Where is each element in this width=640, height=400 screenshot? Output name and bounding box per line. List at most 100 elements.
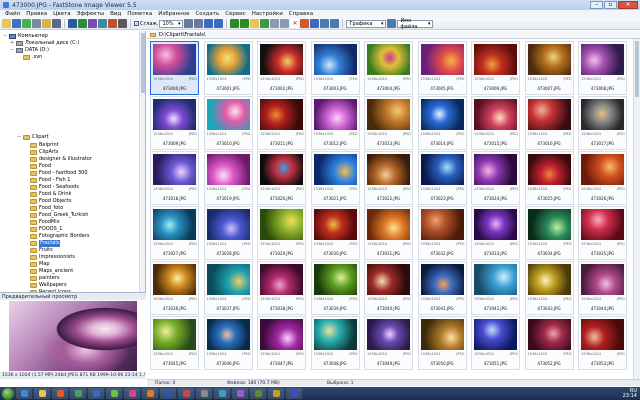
tree-item[interactable]: Wallpapers (24, 282, 67, 289)
rotate-left-icon[interactable] (184, 19, 194, 28)
thumbnail-item[interactable]: 1536x1024 JPEG 473052.JPG (524, 316, 574, 370)
compare-icon[interactable] (88, 19, 97, 28)
thumbnail-item[interactable]: 1536x1024 JPEG 473047.JPG (257, 316, 306, 370)
tree-item[interactable]: Fruits (24, 247, 53, 254)
thumbnail-item[interactable]: 1536x1024 JPEG 473013.JPG (364, 96, 413, 150)
thumbnail-item[interactable]: 1536x1024 JPEG 473026.JPG (578, 151, 627, 205)
thumbnail-item[interactable]: 1536x1024 JPEG 473030.JPG (310, 206, 360, 260)
tree-item[interactable]: Impressionists (24, 254, 75, 261)
tree-item[interactable]: designer & illustrator (24, 156, 92, 163)
menu-help[interactable]: Справка (286, 10, 316, 18)
thumbnail-item[interactable]: 1536x1024 JPEG 473025.JPG (524, 151, 574, 205)
thumbnail-scrollbar[interactable] (633, 39, 640, 379)
sort-select[interactable]: Графика ▾ (346, 19, 387, 28)
thumbnail-item[interactable]: 1536x1024 JPEG 473018.JPG (150, 151, 199, 205)
tree-item[interactable]: Food & Drink (24, 191, 71, 198)
refresh-icon[interactable] (260, 19, 270, 28)
thumbnail-item[interactable]: 1536x1024 JPEG 473032.JPG (417, 206, 467, 260)
thumbnail-item[interactable]: 1536x1024 JPEG 473049.JPG (364, 316, 413, 370)
thumbnail-item[interactable]: 1536x1024 JPEG 473038.JPG (257, 261, 306, 315)
minimize-button[interactable]: – (590, 1, 603, 9)
taskbar-app3-icon[interactable] (250, 388, 266, 399)
close-button[interactable]: ✕ (618, 1, 638, 9)
thumbnail-item[interactable]: 1536x1024 JPEG 473034.JPG (524, 206, 574, 260)
sort-order-icon[interactable] (387, 19, 397, 28)
thumbnail-item[interactable]: 1536x1024 JPEG 473043.JPG (524, 261, 574, 315)
menu-colors[interactable]: Цвета (50, 10, 73, 18)
tree-item[interactable]: − Clipart (17, 134, 49, 141)
tree-item[interactable]: FoodMix (24, 219, 60, 226)
tree-expander[interactable]: − (10, 47, 15, 54)
thumbnail-item[interactable]: 1536x1024 JPEG 473027.JPG (150, 206, 199, 260)
thumbnail-item[interactable]: 1536x1024 JPEG 473012.JPG (310, 96, 360, 150)
taskbar-viewer-icon[interactable] (124, 388, 140, 399)
print-icon[interactable] (32, 19, 41, 28)
thumbnail-item[interactable]: 1536x1024 JPEG 473015.JPG (471, 96, 520, 150)
start-button[interactable] (2, 387, 14, 400)
thumbnail-item[interactable]: 1536x1024 JPEG 473010.JPG (203, 96, 253, 150)
thumbnail-item[interactable]: 1536x1024 JPEG 473041.JPG (417, 261, 467, 315)
tray-clock[interactable]: 23:14 (623, 394, 637, 399)
thumbnail-item[interactable]: 1536x1024 JPEG 473017.JPG (578, 96, 627, 150)
thumbnail-item[interactable]: 1536x1024 JPEG 473001.JPG (203, 41, 253, 95)
camera-icon[interactable] (52, 19, 61, 28)
tree-item[interactable]: − DATA (D:) (10, 47, 49, 54)
up-folder-icon[interactable] (250, 19, 260, 28)
taskbar-ie-icon[interactable] (16, 388, 32, 399)
thumbnail-item[interactable]: 1536x1024 JPEG 473024.JPG (471, 151, 520, 205)
thumbnail-item[interactable]: 1536x1024 JPEG 473036.JPG (150, 261, 199, 315)
thumbnail-item[interactable]: 1536x1024 JPEG 473021.JPG (310, 151, 360, 205)
tree-item[interactable]: painters (24, 275, 60, 282)
thumbnail-item[interactable]: 1536x1024 JPEG 473022.JPG (364, 151, 413, 205)
thumbnail-item[interactable]: 1536x1024 JPEG 473006.JPG (471, 41, 520, 95)
tree-item[interactable]: .svn (17, 54, 42, 61)
tree-item[interactable]: Maps_ancient (24, 268, 73, 275)
thumbnail-item[interactable]: 1536x1024 JPEG 473029.JPG (257, 206, 306, 260)
taskbar-app-icon[interactable] (70, 388, 86, 399)
thumbnail-item[interactable]: 1536x1024 JPEG 473004.JPG (364, 41, 413, 95)
slideshow-icon[interactable] (78, 19, 87, 28)
forward-icon[interactable] (240, 19, 250, 28)
tree-scrollbar[interactable] (139, 31, 145, 292)
thumbnail-item[interactable]: 1536x1024 JPEG 473045.JPG (150, 316, 199, 370)
filter-select[interactable]: Имя файла ▾ (397, 18, 434, 30)
thumbnail-item[interactable]: 1536x1024 JPEG 473023.JPG (417, 151, 467, 205)
taskbar-mail-icon[interactable] (214, 388, 230, 399)
thumbnail-item[interactable]: 1536x1024 JPEG 473009.JPG (150, 96, 199, 150)
thumbnail-item[interactable]: 1536x1024 JPEG 473008.JPG (578, 41, 627, 95)
tree-item[interactable]: Food Objects (24, 198, 71, 205)
thumbnail-item[interactable]: 1536x1024 JPEG 473020.JPG (257, 151, 306, 205)
menu-effects[interactable]: Эффекты (74, 10, 108, 18)
tree-item[interactable]: Fractals (24, 240, 61, 247)
menu-tools[interactable]: Сервис (222, 10, 249, 18)
save-icon[interactable] (12, 19, 21, 28)
taskbar-media-icon[interactable] (52, 388, 68, 399)
taskbar-browser-icon[interactable] (88, 388, 104, 399)
open-folder-icon[interactable] (2, 19, 11, 28)
tree-item[interactable]: Food - fastfood 300 (24, 170, 88, 177)
taskbar-folder-icon[interactable] (34, 388, 50, 399)
menu-create[interactable]: Создать (192, 10, 222, 18)
tree-item[interactable]: − Компьютер (3, 33, 48, 40)
zoom-select[interactable]: 10% ▾ (159, 19, 184, 28)
maximize-button[interactable]: ▫ (604, 1, 617, 9)
taskbar-app2-icon[interactable] (232, 388, 248, 399)
fullscreen-icon[interactable] (68, 19, 77, 28)
taskbar-word-icon[interactable] (160, 388, 176, 399)
smooth-checkbox[interactable]: ✓ Сглаж. (134, 21, 158, 27)
list-view-icon[interactable] (330, 19, 340, 28)
tree-item[interactable]: FOODS_1 (24, 226, 62, 233)
tree-scrollbar-thumb[interactable] (141, 33, 145, 93)
taskbar-firefox-icon[interactable] (142, 388, 158, 399)
copy-icon[interactable] (270, 19, 280, 28)
tag-icon[interactable] (300, 19, 310, 28)
taskbar-chat-icon[interactable] (106, 388, 122, 399)
email-icon[interactable] (42, 19, 51, 28)
thumbnail-item[interactable]: 1536x1024 JPEG 473028.JPG (203, 206, 253, 260)
thumbnail-item[interactable]: 1536x1024 JPEG 473042.JPG (471, 261, 520, 315)
thumbnail-item[interactable]: 1536x1024 JPEG 473014.JPG (417, 96, 467, 150)
thumbnail-item[interactable]: 1536x1024 JPEG 473051.JPG (471, 316, 520, 370)
select-all-icon[interactable] (310, 19, 320, 28)
thumbnail-item[interactable]: 1536x1024 JPEG 473039.JPG (310, 261, 360, 315)
thumbnail-scrollbar-thumb[interactable] (635, 41, 639, 97)
